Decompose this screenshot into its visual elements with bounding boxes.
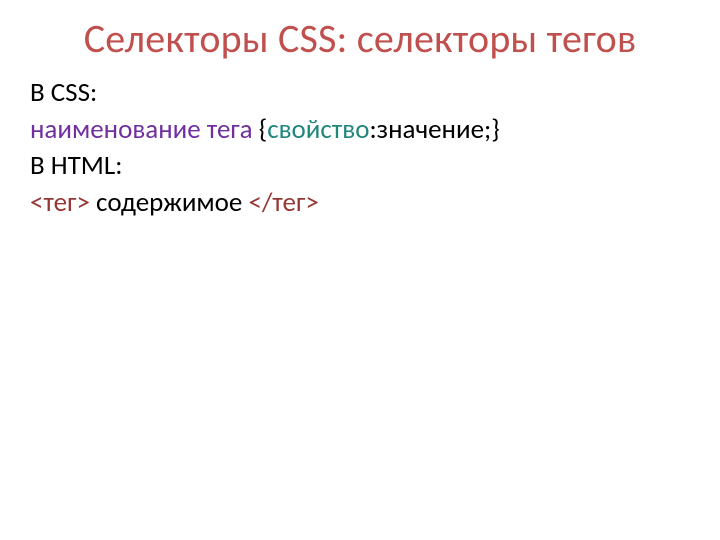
css-value-part: :значение;} (369, 113, 499, 146)
line-in-css: В CSS: (30, 76, 690, 111)
css-tagname: наименование тега (30, 113, 259, 146)
html-open-lt: < (30, 186, 43, 219)
html-open-gt: > (76, 186, 96, 219)
slide: Селекторы CSS: селекторы тегов В CSS: на… (0, 0, 720, 540)
slide-title: Селекторы CSS: селекторы тегов (30, 16, 690, 62)
html-close-gt: > (305, 186, 318, 219)
css-open-brace: { (259, 113, 268, 146)
html-content: содержимое (96, 186, 248, 219)
html-open-tag: тег (43, 186, 76, 219)
slide-body: В CSS: наименование тега {свойство:значе… (30, 76, 690, 220)
line-html-syntax: <тег> содержимое </тег> (30, 186, 690, 221)
line-in-html: В HTML: (30, 149, 690, 184)
html-close-lt: < (248, 186, 261, 219)
line-css-syntax: наименование тега {свойство:значение;} (30, 113, 690, 148)
html-close-tag: /тег (262, 186, 305, 219)
css-property: свойство (267, 113, 369, 146)
